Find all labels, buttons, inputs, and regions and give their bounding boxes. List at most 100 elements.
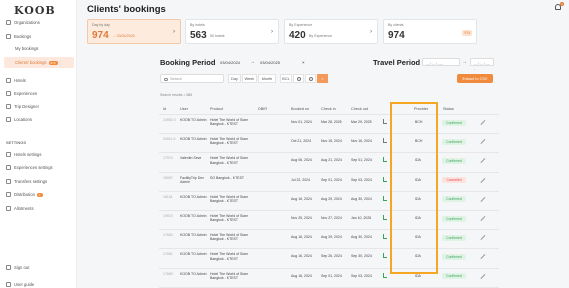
sidebar-item-label: Experiences settings <box>14 165 53 170</box>
status-badge: Confirmed <box>442 234 466 241</box>
sidebar-item-my-bookings[interactable]: My bookings <box>4 43 74 54</box>
stat-card-by-experience[interactable]: By Experience 420 By Experience › <box>284 19 378 44</box>
pin-icon <box>6 117 11 122</box>
column-header-dbir[interactable]: DBIR <box>258 107 267 111</box>
sidebar-item-hotels-settings[interactable]: Hotels settings <box>4 149 74 160</box>
stat-chip: 974 <box>462 30 472 36</box>
user-guide-link[interactable]: User guide <box>4 279 74 288</box>
payment-dollar-icon <box>383 234 387 240</box>
filter-toggle-button[interactable] <box>293 74 304 83</box>
count-badge: 1 <box>36 192 43 197</box>
booking-from-date[interactable]: 03/04/2024 <box>220 60 240 65</box>
sidebar-item-transfers-settings[interactable]: Transfers settings <box>4 176 74 187</box>
map-icon <box>6 104 11 109</box>
sidebar-item-trip-designer[interactable]: Trip Designer <box>4 101 74 112</box>
filter-toggle-button-alt[interactable] <box>305 74 316 83</box>
sidebar-item-clients-bookings[interactable]: Clients' bookings 974 <box>4 57 74 68</box>
arrow-right-icon: → <box>462 59 467 65</box>
arrow-right-icon: → <box>250 59 255 65</box>
status-badge: Confirmed <box>442 119 466 126</box>
search-icon <box>164 77 168 81</box>
column-header-check-in[interactable]: Check in <box>321 107 336 111</box>
building-icon <box>6 20 11 25</box>
stat-card-by-clients[interactable]: By clients 974 974 <box>383 19 477 44</box>
check-in-date: Sep 26, 2024 <box>321 254 342 259</box>
filter-bcl-button[interactable]: BCL <box>280 74 292 83</box>
booked-on-date: Jul 22, 2024 <box>291 177 311 182</box>
sidebar-item-experiences[interactable]: Experiences <box>4 88 74 99</box>
check-out-date: Nov 16, 2024 <box>351 139 372 144</box>
check-in-date: Sep 01, 2024 <box>321 273 342 278</box>
close-filter-button[interactable]: × <box>317 74 328 83</box>
status-badge: Cancelled <box>442 177 466 184</box>
booked-on-date: Nov 25, 2024 <box>291 216 312 220</box>
gear-icon <box>6 179 11 184</box>
sidebar-item-label: Hotels settings <box>14 152 42 157</box>
book-icon <box>6 282 11 287</box>
filter-day-button[interactable]: Day <box>228 74 241 83</box>
booking-product: Hotel The World of Siam Bangkok - KTEST <box>210 233 248 242</box>
check-in-date: Sep 01, 2024 <box>321 177 342 182</box>
payment-dollar-icon <box>383 272 387 278</box>
notification-button[interactable]: 1 <box>555 2 564 11</box>
booked-on-date: Aug 16, 2024 <box>291 273 312 278</box>
booking-id: 16151 <box>163 194 173 199</box>
sidebar-item-locations[interactable]: Locations <box>4 114 74 125</box>
sidebar-item-organizations[interactable]: Organizations <box>4 17 74 28</box>
booked-on-date: Aug 16, 2024 <box>291 254 312 259</box>
check-out-date: Aug 30, 2024 <box>351 196 372 201</box>
sidebar-item-allotments[interactable]: Allotments <box>4 203 74 214</box>
booked-on-date: Oct 21, 2024 <box>291 139 312 144</box>
stat-value: 974 <box>92 30 109 41</box>
booking-id: 15057 <box>163 175 173 180</box>
booking-user: KOOB TO Admin <box>180 233 207 238</box>
clear-icon[interactable]: × <box>302 60 305 65</box>
booking-to-date[interactable]: 03/04/2025 <box>260 60 280 65</box>
booking-user: KOOB TO Admin <box>180 137 207 142</box>
sidebar-item-distribution[interactable]: Distribution 1 <box>4 189 74 200</box>
booking-user: KOOB TO Admin <box>180 194 207 199</box>
column-header-status[interactable]: Status <box>443 107 454 111</box>
export-csv-button[interactable]: Extract to CSV <box>457 74 493 83</box>
column-header-id[interactable]: Id <box>163 107 166 111</box>
payment-dollar-icon <box>383 195 387 201</box>
search-input[interactable]: Search <box>160 74 224 83</box>
travel-from-date[interactable]: -- / -- / ---- <box>422 58 460 66</box>
row-divider <box>159 286 499 288</box>
circle-icon <box>296 76 301 81</box>
app-logo[interactable]: KOOB <box>14 4 56 17</box>
booking-product: Hotel The World of Siam Bangkok - KTEST <box>210 271 248 280</box>
stat-card-by-hotels[interactable]: By hotels 563 50 hotels › <box>185 19 279 44</box>
stat-value: 974 <box>388 30 405 41</box>
stat-subtext: → 03/04/2025 <box>112 33 135 38</box>
travel-to-date[interactable]: -- / -- / ---- <box>470 58 494 71</box>
share-icon <box>6 192 11 197</box>
stat-card-day-by-day[interactable]: Day by day 974 → 03/04/2025 › <box>87 19 181 44</box>
booked-on-date: Aug 06, 2024 <box>291 158 312 163</box>
column-header-product[interactable]: Product <box>210 107 223 111</box>
check-out-date: Jan 10, 2025 <box>351 216 372 220</box>
check-out-date: Sep 03, 2024 <box>351 273 372 278</box>
filter-week-button[interactable]: Week <box>242 74 257 83</box>
column-header-check-out[interactable]: Check out <box>351 107 368 111</box>
filter-month-button[interactable]: Month <box>258 74 276 83</box>
booking-product: Hotel The World of Siam Bangkok - KTEST <box>210 118 248 127</box>
column-header-booked-on[interactable]: Booked on <box>291 107 309 111</box>
check-out-date: Mar 29, 2025 <box>351 120 372 124</box>
booking-user: KOOB TO Admin <box>180 214 207 218</box>
booking-id: 24953 0 <box>163 118 176 122</box>
sidebar-item-hotels[interactable]: Hotels <box>4 75 74 86</box>
globe-icon <box>308 76 313 81</box>
sign-out-link[interactable]: Sign out <box>4 262 74 273</box>
payment-dollar-icon <box>383 253 387 259</box>
sidebar-item-bookings[interactable]: Bookings <box>4 31 74 42</box>
status-badge: Confirmed <box>442 157 466 164</box>
sidebar-item-label: Transfers settings <box>14 179 48 184</box>
column-header-user[interactable]: User <box>180 107 188 111</box>
stat-label: By hotels <box>190 23 205 27</box>
sidebar-item-experiences-settings[interactable]: Experiences settings <box>4 162 74 173</box>
sidebar-item-label: Hotels <box>14 78 26 83</box>
settings-section-title: SETTINGS <box>6 140 27 145</box>
booking-id: 17661 <box>163 252 173 257</box>
payment-dollar-icon <box>383 176 387 182</box>
